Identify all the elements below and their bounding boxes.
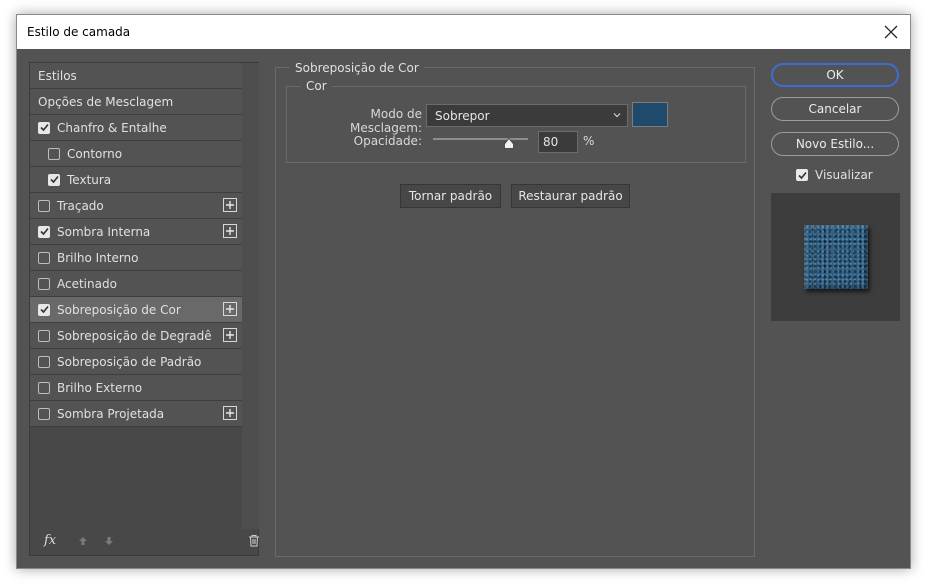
style-item-label: Textura (67, 172, 112, 187)
opacity-unit: % (583, 134, 595, 148)
checkmark-icon (39, 227, 49, 236)
style-item-label: Sobreposição de Padrão (57, 354, 202, 369)
opacity-slider-thumb[interactable] (504, 137, 514, 152)
style-checkbox[interactable] (38, 329, 50, 342)
style-item-label: Sombra Projetada (57, 406, 165, 421)
preview-label: Visualizar (815, 168, 873, 182)
style-item-label: Sombra Interna (57, 224, 151, 239)
style-item-label: Brilho Interno (57, 250, 139, 265)
style-item[interactable]: Estilos (30, 63, 242, 89)
blend-mode-select[interactable]: Sobrepor (426, 104, 628, 127)
style-item[interactable]: Sobreposição de Padrão (30, 349, 242, 375)
chevron-down-icon (613, 113, 621, 118)
style-checkbox[interactable] (38, 277, 50, 290)
style-checkbox[interactable] (38, 251, 50, 264)
color-overlay-panel: Sobreposição de Cor Cor Modo de Mesclage… (275, 61, 755, 557)
style-item[interactable]: Brilho Externo (30, 375, 242, 401)
add-effect-icon[interactable] (223, 224, 237, 238)
style-item-label: Brilho Externo (57, 380, 143, 395)
style-preview (771, 193, 900, 321)
new-style-button[interactable]: Novo Estilo... (771, 132, 899, 156)
add-effect-icon[interactable] (223, 198, 237, 212)
style-item-label: Sobreposição de Cor (57, 302, 181, 317)
checkmark-icon (39, 305, 49, 314)
style-checkbox[interactable] (38, 199, 50, 212)
move-down-icon[interactable] (104, 535, 114, 549)
make-default-button[interactable]: Tornar padrão (400, 184, 501, 208)
style-item-label: Acetinado (57, 276, 117, 291)
group-title: Cor (301, 79, 332, 93)
section-title: Sobreposição de Cor (290, 61, 424, 75)
opacity-input[interactable]: 80 (538, 131, 578, 153)
checkmark-icon (49, 175, 59, 184)
style-checkbox[interactable] (38, 225, 50, 238)
style-item[interactable]: Sombra Interna (30, 219, 242, 245)
preview-thumbnail (803, 225, 868, 289)
style-item-label: Sobreposição de Degradê (57, 328, 212, 343)
style-item-label: Opções de Mesclagem (38, 94, 174, 109)
title-bar: Estilo de camada (17, 15, 910, 49)
style-checkbox[interactable] (38, 355, 50, 368)
fx-button[interactable]: fx (44, 533, 56, 548)
color-group: Cor Modo de Mesclagem: Sobrepor Opacidad… (286, 79, 746, 163)
style-checkbox[interactable] (38, 381, 50, 394)
style-item[interactable]: Opções de Mesclagem (30, 89, 242, 115)
style-item[interactable]: Chanfro & Entalhe (30, 115, 242, 141)
style-checkbox[interactable] (38, 407, 50, 420)
style-item[interactable]: Acetinado (30, 271, 242, 297)
style-item[interactable]: Sombra Projetada (30, 401, 242, 427)
style-item[interactable]: Sobreposição de Degradê (30, 323, 242, 349)
style-item[interactable]: Contorno (30, 141, 242, 167)
styles-list: Estilos Opções de Mesclagem Chanfro & Enta… (30, 63, 242, 427)
trash-icon[interactable] (248, 534, 260, 550)
add-effect-icon[interactable] (223, 406, 237, 420)
style-item[interactable]: Brilho Interno (30, 245, 242, 271)
styles-scrollbar[interactable] (242, 63, 259, 529)
add-effect-icon[interactable] (223, 302, 237, 316)
styles-panel: Estilos Opções de Mesclagem Chanfro & Enta… (29, 62, 259, 556)
color-swatch[interactable] (632, 102, 668, 127)
preview-toggle[interactable]: Visualizar (796, 168, 873, 182)
style-item[interactable]: Traçado (30, 193, 242, 219)
ok-button[interactable]: OK (771, 63, 899, 87)
style-item-label: Traçado (57, 198, 104, 213)
layer-style-dialog: Estilo de camada Estilos Opções de Mescla… (16, 14, 911, 569)
opacity-label: Opacidade: (353, 134, 422, 148)
add-effect-icon[interactable] (223, 328, 237, 342)
move-up-icon[interactable] (78, 535, 88, 549)
style-checkbox[interactable] (48, 147, 60, 160)
style-item-label: Contorno (67, 146, 123, 161)
preview-checkbox[interactable] (796, 169, 808, 181)
style-checkbox[interactable] (38, 303, 50, 316)
close-button[interactable] (880, 21, 902, 43)
reset-default-button[interactable]: Restaurar padrão (511, 184, 630, 208)
dialog-title: Estilo de camada (27, 25, 131, 39)
styles-footer: fx (30, 527, 260, 555)
style-item-label: Chanfro & Entalhe (57, 120, 167, 135)
checkmark-icon (39, 123, 49, 132)
style-item[interactable]: Textura (30, 167, 242, 193)
style-checkbox[interactable] (38, 121, 50, 134)
cancel-button[interactable]: Cancelar (771, 97, 899, 121)
checkmark-icon (797, 171, 807, 179)
style-checkbox[interactable] (48, 173, 60, 186)
style-item[interactable]: Sobreposição de Cor (30, 297, 242, 323)
blend-mode-label: Modo de Mesclagem: (349, 107, 422, 135)
close-icon (884, 25, 898, 39)
style-item-label: Estilos (38, 68, 77, 83)
blend-mode-value: Sobrepor (435, 108, 490, 123)
